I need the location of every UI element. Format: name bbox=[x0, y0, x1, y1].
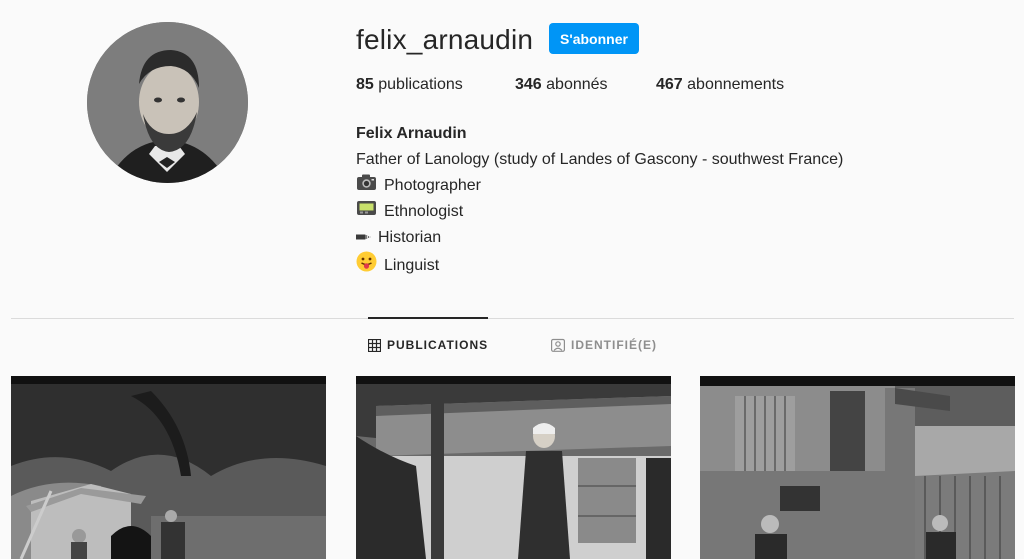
bio-line: Historian bbox=[356, 225, 843, 251]
stat-label: publications bbox=[378, 76, 463, 93]
bio-text: Ethnologist bbox=[384, 203, 464, 221]
bio-text: Linguist bbox=[384, 256, 440, 274]
post-thumbnail[interactable] bbox=[700, 376, 1015, 559]
stat-count: 346 bbox=[515, 76, 542, 93]
section-divider bbox=[11, 318, 1014, 319]
bio-line: Ethnologist bbox=[356, 199, 843, 225]
stat-count: 467 bbox=[656, 76, 683, 93]
woman-by-house-photo bbox=[356, 376, 671, 559]
bio-text: Father of Lanology (study of Landes of G… bbox=[356, 150, 844, 168]
portrait-photo bbox=[87, 22, 248, 183]
profile-username: felix_arnaudin bbox=[356, 24, 534, 55]
bio-line: Linguist bbox=[356, 251, 843, 281]
bread-oven-photo bbox=[11, 376, 326, 559]
tab-label: IDENTIFIÉ(E) bbox=[571, 338, 657, 352]
stat-publications[interactable]: 85 publications bbox=[356, 76, 463, 94]
bio-text: Historian bbox=[378, 229, 442, 247]
pen-emoji-icon bbox=[356, 225, 373, 251]
stat-followers[interactable]: 346 abonnés bbox=[515, 76, 608, 94]
barn-workers-photo bbox=[700, 376, 1015, 559]
post-thumbnail[interactable] bbox=[11, 376, 326, 559]
bio-text: Photographer bbox=[384, 177, 481, 195]
camera-emoji-icon bbox=[356, 173, 377, 200]
grid-icon bbox=[368, 338, 381, 352]
stat-label: abonnés bbox=[546, 76, 608, 93]
tag-user-icon bbox=[551, 338, 565, 352]
tab-tagged[interactable]: IDENTIFIÉ(E) bbox=[551, 338, 657, 352]
tab-publications[interactable]: PUBLICATIONS bbox=[368, 338, 488, 352]
post-thumbnail[interactable] bbox=[356, 376, 671, 559]
active-tab-indicator bbox=[368, 317, 488, 319]
tongue-face-emoji-icon bbox=[356, 251, 377, 281]
profile-bio: Felix Arnaudin Father of Lanology (study… bbox=[356, 121, 843, 281]
stat-following[interactable]: 467 abonnements bbox=[656, 76, 784, 94]
stat-count: 85 bbox=[356, 76, 374, 93]
bio-line: Father of Lanology (study of Landes of G… bbox=[356, 147, 843, 173]
profile-full-name: Felix Arnaudin bbox=[356, 125, 467, 142]
follow-button[interactable]: S'abonner bbox=[549, 23, 639, 54]
profile-avatar[interactable] bbox=[87, 22, 248, 183]
bio-line: Photographer bbox=[356, 173, 843, 200]
tab-label: PUBLICATIONS bbox=[387, 338, 489, 352]
stat-label: abonnements bbox=[687, 76, 785, 93]
pager-emoji-icon bbox=[356, 199, 377, 225]
